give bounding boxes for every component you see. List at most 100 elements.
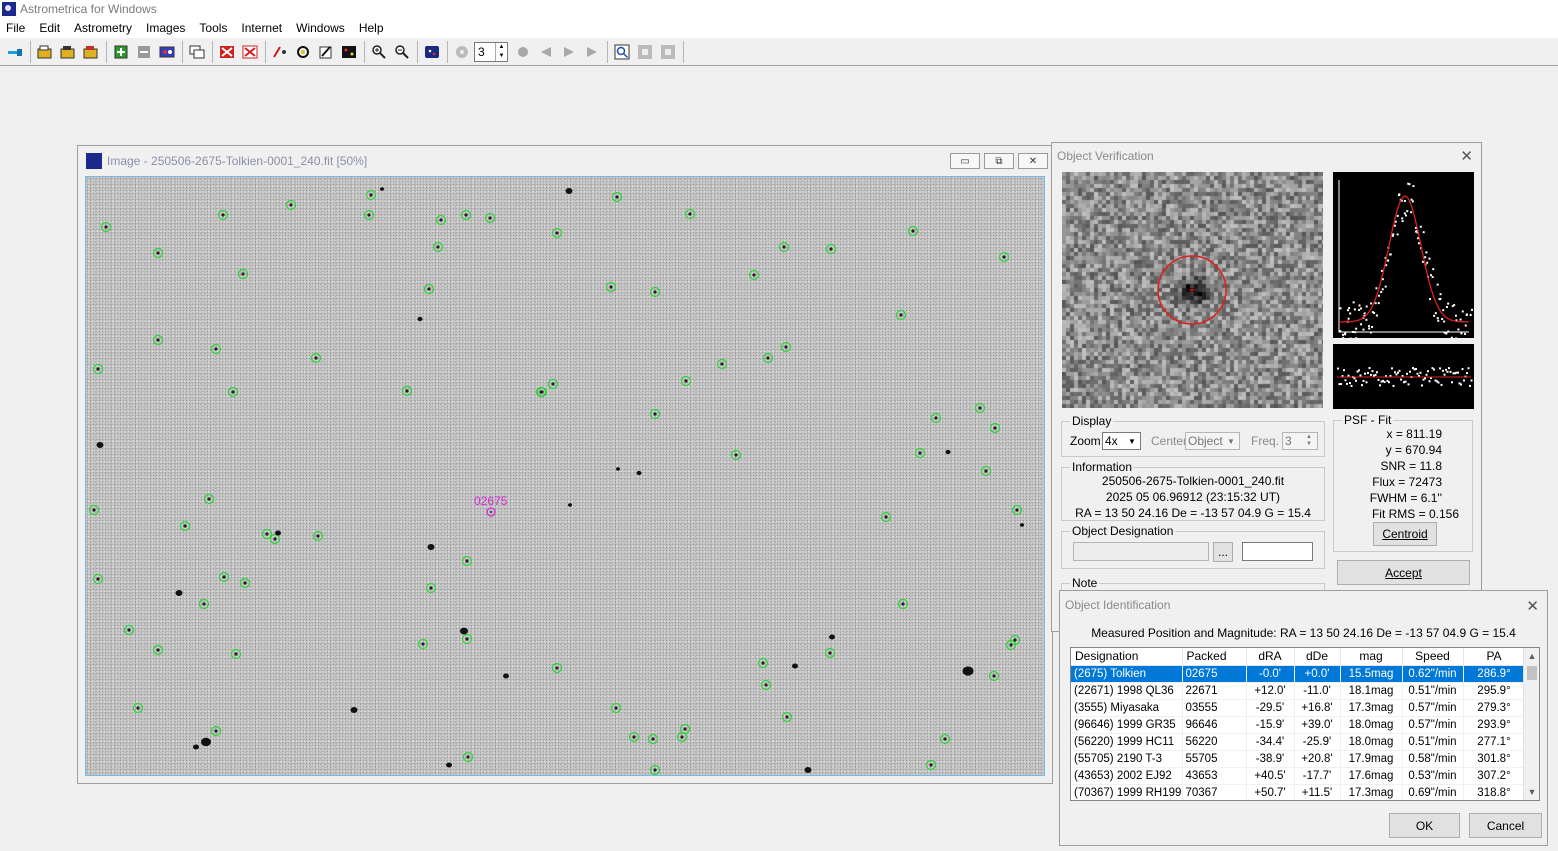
next-frame-icon[interactable] xyxy=(558,41,580,63)
play-icon[interactable] xyxy=(581,41,603,63)
toolbar-separator xyxy=(417,40,418,63)
menu-windows[interactable]: Windows xyxy=(290,21,353,35)
record-icon[interactable] xyxy=(512,41,534,63)
designation-field[interactable] xyxy=(1073,542,1209,561)
stepper-arrows[interactable]: ▲ ▼ xyxy=(495,42,507,61)
browse-designation-button[interactable]: ... xyxy=(1213,542,1233,562)
load-flat-icon[interactable] xyxy=(80,41,102,63)
zoom-out-icon[interactable] xyxy=(391,41,413,63)
clear-reduction-icon[interactable] xyxy=(239,41,261,63)
scroll-thumb[interactable] xyxy=(1527,666,1537,680)
menu-astrometry[interactable]: Astrometry xyxy=(68,21,140,35)
close-button[interactable]: ✕ xyxy=(1018,153,1048,169)
designation-code-field[interactable] xyxy=(1242,542,1313,561)
starfield-icon[interactable] xyxy=(338,41,360,63)
residual-point xyxy=(1349,382,1351,385)
connect-icon[interactable] xyxy=(4,41,26,63)
psf-fit-label: PSF - Fit xyxy=(1342,413,1394,427)
blink-icon[interactable] xyxy=(156,41,178,63)
column-pa[interactable]: PA xyxy=(1463,648,1526,666)
psf-sample-point xyxy=(1419,225,1422,228)
track-icon[interactable] xyxy=(451,41,473,63)
object-verification-title-bar[interactable]: Object Verification ✕ xyxy=(1052,143,1481,169)
star xyxy=(96,367,100,371)
menu-edit[interactable]: Edit xyxy=(33,21,68,35)
menu-tools[interactable]: Tools xyxy=(193,21,235,35)
menu-internet[interactable]: Internet xyxy=(235,21,290,35)
add-image-icon[interactable] xyxy=(110,41,132,63)
center-select[interactable]: Object ▼ xyxy=(1185,432,1240,450)
maximize-button[interactable]: ⧉ xyxy=(984,153,1014,169)
moving-object-icon[interactable] xyxy=(269,41,291,63)
residual-point xyxy=(1463,379,1465,382)
zoom-in-icon[interactable] xyxy=(368,41,390,63)
minimize-button[interactable]: ▭ xyxy=(950,153,980,169)
table-row[interactable]: (56220) 1999 HC11 56220 -34.4' -25.9' 18.0ma… xyxy=(1071,733,1526,751)
cancel-button[interactable]: Cancel xyxy=(1469,813,1542,838)
image-window-icon xyxy=(86,153,102,169)
table-cell: (43653) 2002 EJ92 xyxy=(1071,767,1183,785)
residual-point xyxy=(1419,371,1422,374)
table-row[interactable]: (55705) 2190 T-3 55705 -38.9' +20.8' 17.9mag… xyxy=(1071,750,1526,768)
edit-tool-icon[interactable] xyxy=(315,41,337,63)
centroid-button[interactable]: Centroid xyxy=(1373,522,1437,546)
ok-button[interactable]: OK xyxy=(1389,813,1460,838)
scroll-down-icon[interactable]: ▼ xyxy=(1524,784,1539,800)
table-row[interactable]: (70367) 1999 RH199 70367 +50.7' +11.5' 17.3m… xyxy=(1071,784,1526,800)
star xyxy=(488,216,492,220)
table-cell: 43653 xyxy=(1182,767,1247,785)
stack-icon[interactable] xyxy=(186,41,208,63)
table-cell: 295.9° xyxy=(1463,682,1526,700)
star xyxy=(1002,255,1006,259)
menu-images[interactable]: Images xyxy=(140,21,193,35)
column-designation[interactable]: Designation xyxy=(1071,648,1183,666)
frame-count-stepper[interactable]: 3 ▲ ▼ xyxy=(474,41,508,62)
grid-tool-2-icon[interactable] xyxy=(657,41,679,63)
previous-frame-icon[interactable] xyxy=(535,41,557,63)
star xyxy=(934,416,938,420)
load-dark-icon[interactable] xyxy=(57,41,79,63)
circle-tool-icon[interactable] xyxy=(292,41,314,63)
star xyxy=(243,581,247,585)
table-cell: +50.7' xyxy=(1246,784,1295,800)
menu-help[interactable]: Help xyxy=(353,21,392,35)
table-cell: +16.8' xyxy=(1294,699,1341,717)
column-packed[interactable]: Packed xyxy=(1182,648,1247,666)
star-field-image[interactable]: 02675 xyxy=(85,176,1045,776)
table-row[interactable]: (2675) Tolkien 02675 -0.0' +0.0' 15.5mag 0.62… xyxy=(1071,665,1526,683)
object-identification-title-bar[interactable]: Object Identification ✕ xyxy=(1060,591,1547,619)
scroll-up-icon[interactable]: ▲ xyxy=(1524,648,1539,664)
image-window-title-bar[interactable]: Image - 250506-2675-Tolkien-0001_240.fit… xyxy=(78,146,1052,176)
load-images-icon[interactable] xyxy=(34,41,56,63)
accept-button[interactable]: Accept xyxy=(1337,560,1470,585)
remove-image-icon[interactable] xyxy=(133,41,155,63)
table-cell: -25.9' xyxy=(1294,733,1341,751)
star-catalog-icon[interactable] xyxy=(421,41,443,63)
zoom-select[interactable]: 4x ▼ xyxy=(1102,432,1141,450)
column-mag[interactable]: mag xyxy=(1340,648,1403,666)
table-scrollbar[interactable]: ▲ ▼ xyxy=(1523,648,1539,800)
menu-file[interactable]: File xyxy=(0,21,33,35)
toolbar-separator xyxy=(607,40,608,63)
close-icon[interactable]: ✕ xyxy=(1526,597,1539,615)
table-cell: (2675) Tolkien xyxy=(1071,665,1183,683)
star xyxy=(427,544,435,550)
star xyxy=(175,590,183,596)
column-dra[interactable]: dRA xyxy=(1246,648,1295,666)
grid-tool-icon[interactable] xyxy=(634,41,656,63)
table-row[interactable]: (3555) Miyasaka 03555 -29.5' +16.8' 17.3mag 0… xyxy=(1071,699,1526,717)
freq-stepper[interactable]: 3 ▲ ▼ xyxy=(1282,432,1318,450)
object-identification-title: Object Identification xyxy=(1065,598,1171,612)
close-icon[interactable]: ✕ xyxy=(1460,147,1473,165)
column-speed[interactable]: Speed xyxy=(1402,648,1464,666)
table-row[interactable]: (22671) 1998 QL36 22671 +12.0' -11.0' 18.1ma… xyxy=(1071,682,1526,700)
residual-point xyxy=(1359,374,1362,377)
centroid-label: Centroid xyxy=(1382,527,1428,541)
column-dde[interactable]: dDe xyxy=(1294,648,1341,666)
table-row[interactable]: (43653) 2002 EJ92 43653 +40.5' -17.7' 17.6ma… xyxy=(1071,767,1526,785)
data-reduction-icon[interactable] xyxy=(216,41,238,63)
table-row[interactable]: (96646) 1999 GR35 96646 -15.9' +39.0' 18.0ma… xyxy=(1071,716,1526,734)
image-inspect-icon[interactable] xyxy=(611,41,633,63)
table-cell: 15.5mag xyxy=(1340,665,1403,683)
psf-sample-point xyxy=(1365,305,1368,308)
